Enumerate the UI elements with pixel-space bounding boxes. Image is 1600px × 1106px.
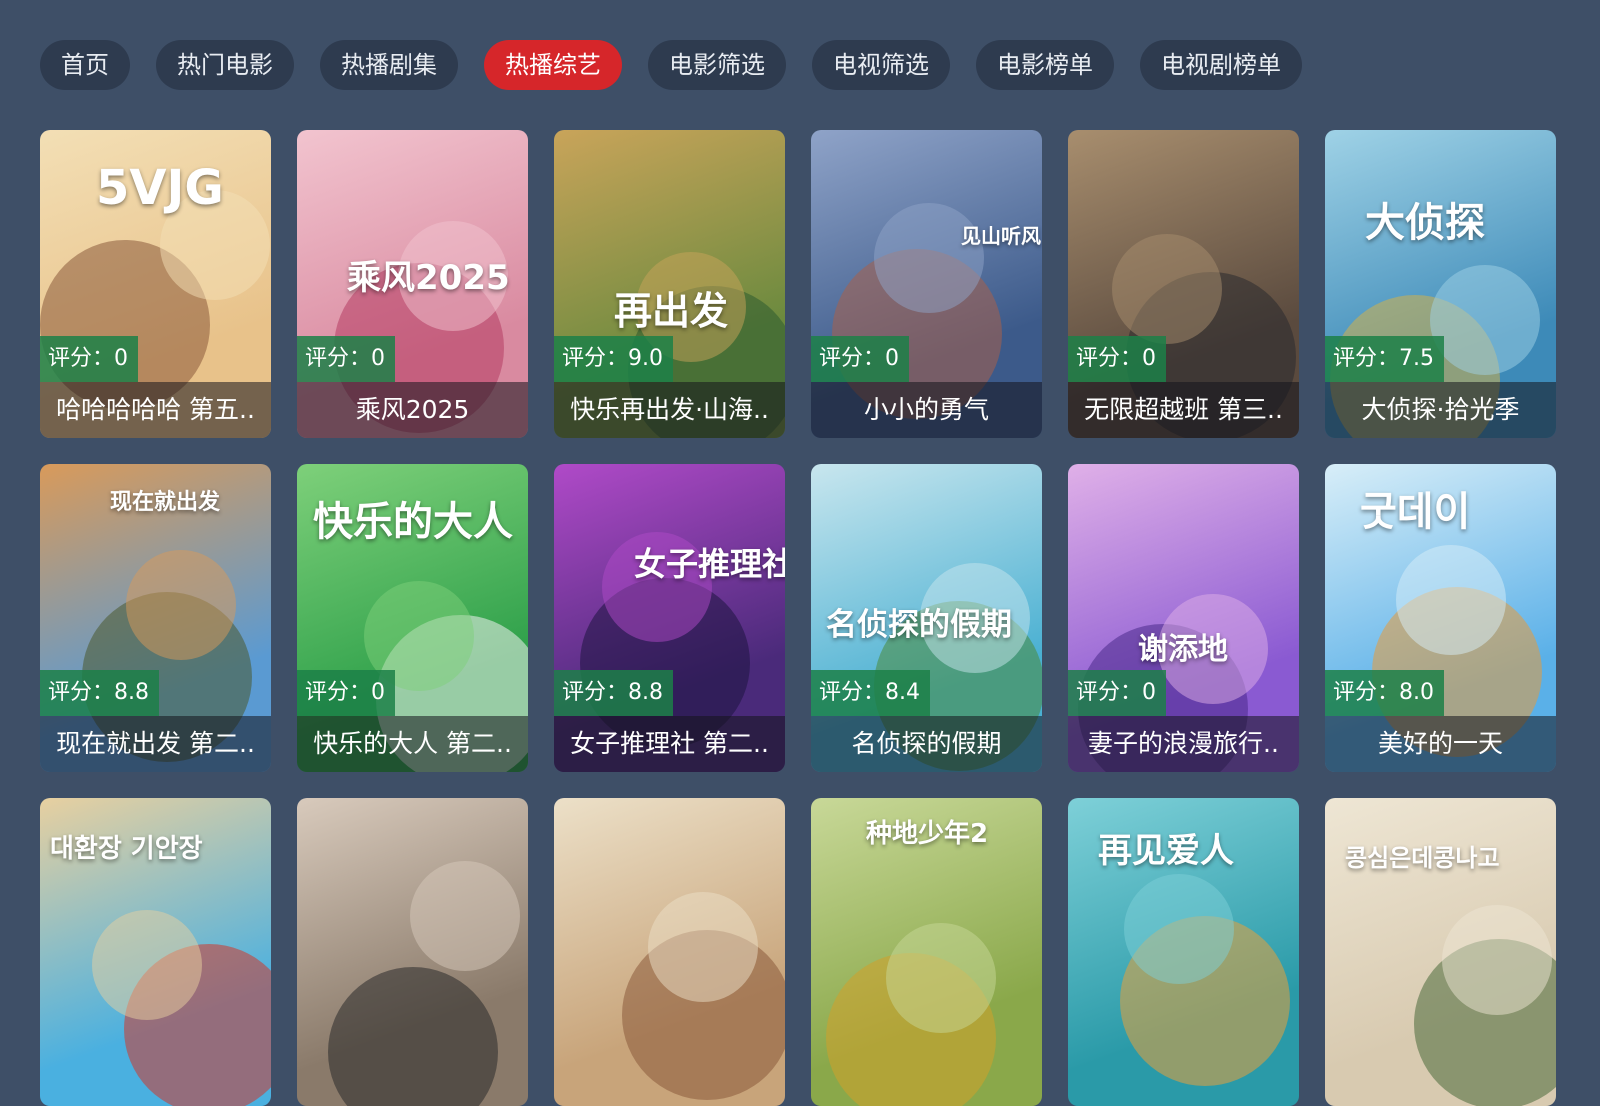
tab-tv-ranking[interactable]: 电视剧榜单 (1140, 40, 1302, 90)
tab-hot-series[interactable]: 热播剧集 (320, 40, 458, 90)
card-title: 乘风2025 (297, 382, 528, 438)
poster-title-art: 콩심은데콩나고 (1345, 844, 1500, 872)
card-title: 无限超越班 第三.. (1068, 382, 1299, 438)
poster-title-art: 现在就出发 (110, 490, 221, 515)
tab-hot-movies[interactable]: 热门电影 (156, 40, 294, 90)
poster-image (554, 798, 785, 1106)
rating-badge: 评分：8.8 (554, 670, 673, 716)
card-title: 女子推理社 第二.. (554, 716, 785, 772)
card-title: 现在就出发 第二.. (40, 716, 271, 772)
variety-card[interactable] (554, 798, 785, 1106)
poster-title-art: 快乐的大人 (313, 499, 513, 545)
card-title: 妻子的浪漫旅行.. (1068, 716, 1299, 772)
poster-title-art: 名侦探的假期 (826, 607, 1012, 643)
tab-hot-variety[interactable]: 热播综艺 (484, 40, 622, 90)
card-title: 小小的勇气 (811, 382, 1042, 438)
card-title: 大侦探·拾光季 (1325, 382, 1556, 438)
variety-card[interactable]: 콩심은데콩나고 (1325, 798, 1556, 1106)
variety-card[interactable]: 再见爱人 (1068, 798, 1299, 1106)
rating-badge: 评分：0 (811, 336, 909, 382)
tab-movie-filter[interactable]: 电影筛选 (648, 40, 786, 90)
rating-badge: 评分：8.0 (1325, 670, 1444, 716)
poster-title-art: 种地少年2 (866, 819, 989, 849)
variety-card[interactable]: 评分：0 无限超越班 第三.. (1068, 130, 1299, 438)
poster-title-art: 见山听风 (961, 224, 1041, 248)
poster-art (1396, 545, 1506, 655)
variety-card[interactable]: 谢添地 评分：0 妻子的浪漫旅行.. (1068, 464, 1299, 772)
rating-badge: 评分：9.0 (554, 336, 673, 382)
variety-card[interactable]: 乘风2025 评分：0 乘风2025 (297, 130, 528, 438)
poster-art (1124, 874, 1234, 984)
rating-badge: 评分：0 (1068, 670, 1166, 716)
variety-card[interactable]: 再出发 评分：9.0 快乐再出发·山海.. (554, 130, 785, 438)
poster-title-art: 乘风2025 (347, 258, 510, 298)
rating-badge: 评分：7.5 (1325, 336, 1444, 382)
poster-art (126, 550, 236, 660)
poster-art (328, 967, 498, 1106)
variety-card[interactable]: 快乐的大人评分：0 快乐的大人 第二.. (297, 464, 528, 772)
variety-card[interactable] (297, 798, 528, 1106)
variety-card[interactable]: 5VJG 评分：0 哈哈哈哈哈 第五.. (40, 130, 271, 438)
poster-title-art: 谢添地 (1138, 632, 1228, 667)
poster-art (886, 923, 996, 1033)
variety-card[interactable]: 대환장 기안장 (40, 798, 271, 1106)
card-title: 哈哈哈哈哈 第五.. (40, 382, 271, 438)
rating-badge: 评分：0 (297, 336, 395, 382)
card-title: 美好的一天 (1325, 716, 1556, 772)
category-tabs: 首页 热门电影 热播剧集 热播综艺 电影筛选 电视筛选 电影榜单 电视剧榜单 (40, 40, 1302, 90)
poster-title-art: 再出发 (614, 289, 729, 333)
card-title: 快乐再出发·山海.. (554, 382, 785, 438)
variety-card[interactable]: 굿데이 评分：8.0 美好的一天 (1325, 464, 1556, 772)
variety-card[interactable]: 女子推理社评分：8.8 女子推理社 第二.. (554, 464, 785, 772)
content-grid: 5VJG 评分：0 哈哈哈哈哈 第五.. 乘风2025 评分：0 乘风2025 再出发 评分：… (40, 130, 1556, 1106)
poster-title-art: 대환장 기안장 (50, 834, 203, 864)
poster-art (648, 892, 758, 1002)
variety-card[interactable]: 种地少年2 (811, 798, 1042, 1106)
variety-card[interactable]: 大侦探评分：7.5 大侦探·拾光季 (1325, 130, 1556, 438)
poster-art (410, 861, 520, 971)
rating-badge: 评分：8.4 (811, 670, 930, 716)
poster-image (297, 798, 528, 1106)
poster-art (1442, 905, 1552, 1015)
rating-badge: 评分：8.8 (40, 670, 159, 716)
poster-title-art: 再见爱人 (1098, 831, 1234, 871)
tab-tv-filter[interactable]: 电视筛选 (812, 40, 950, 90)
tab-home[interactable]: 首页 (40, 40, 130, 90)
variety-card[interactable]: 见山听风评分：0 小小的勇气 (811, 130, 1042, 438)
poster-title-art: 5VJG (96, 160, 224, 216)
variety-card[interactable]: 现在就出发评分：8.8 现在就出发 第二.. (40, 464, 271, 772)
poster-title-art: 女子推理社 (634, 545, 785, 583)
poster-art (92, 910, 202, 1020)
card-title: 快乐的大人 第二.. (297, 716, 528, 772)
rating-badge: 评分：0 (1068, 336, 1166, 382)
variety-card[interactable]: 名侦探的假期 评分：8.4 名侦探的假期 (811, 464, 1042, 772)
poster-art (1112, 234, 1222, 344)
poster-title-art: 굿데이 (1360, 489, 1471, 535)
card-title: 名侦探的假期 (811, 716, 1042, 772)
poster-art (1430, 265, 1540, 375)
rating-badge: 评分：0 (297, 670, 395, 716)
poster-title-art: 大侦探 (1365, 200, 1485, 246)
rating-badge: 评分：0 (40, 336, 138, 382)
tab-movie-ranking[interactable]: 电影榜单 (976, 40, 1114, 90)
